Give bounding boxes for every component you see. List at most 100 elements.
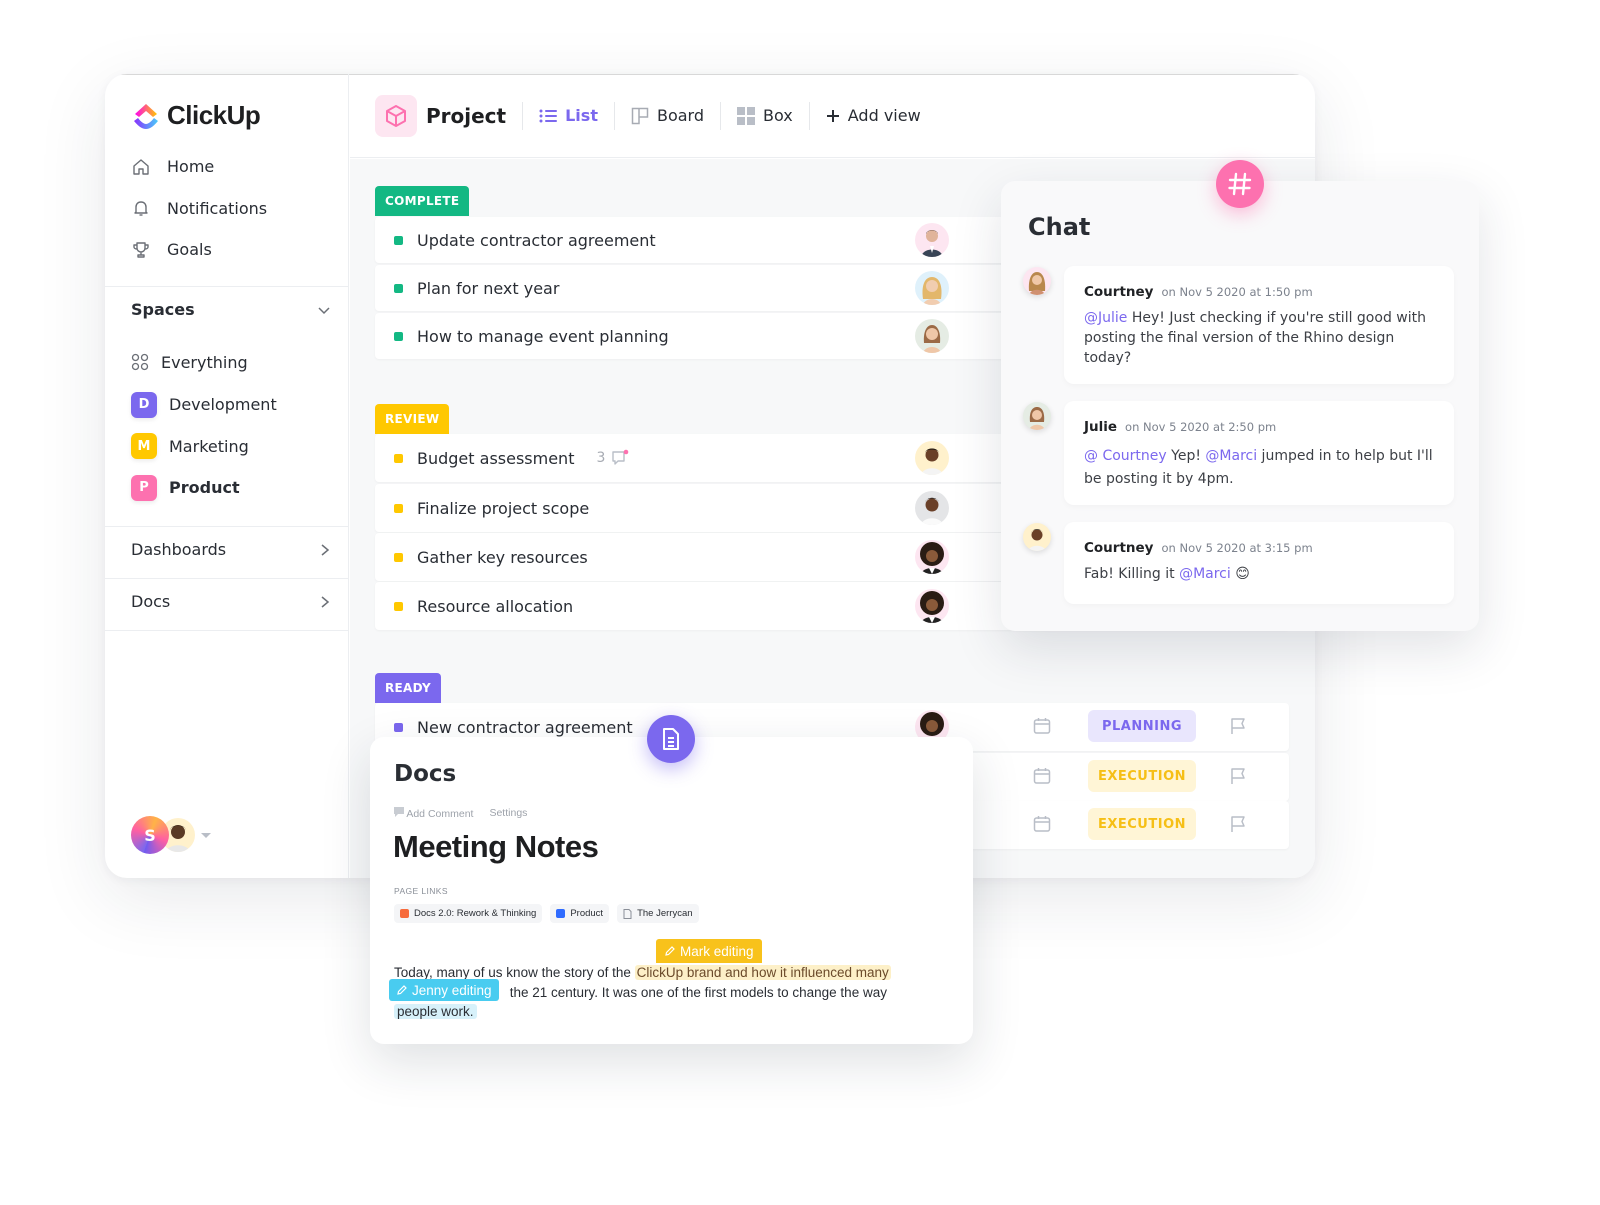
project-header: Project List Board Box Add view (350, 74, 1315, 158)
calendar-icon[interactable] (1032, 766, 1052, 786)
add-comment-button[interactable]: Add Comment (394, 807, 473, 820)
page-link[interactable]: The Jerrycan (617, 904, 699, 923)
status-dot (394, 453, 403, 463)
task-tag[interactable]: PLANNING (1088, 710, 1196, 742)
tab-box-label: Box (763, 106, 793, 125)
task-title: Plan for next year (417, 278, 560, 298)
task-title: Resource allocation (417, 596, 574, 616)
tab-box[interactable]: Box (720, 101, 809, 130)
box-grid-icon (737, 106, 755, 125)
space-marketing[interactable]: M Marketing (131, 426, 277, 468)
page-link[interactable]: Docs 2.0: Rework & Thinking (394, 904, 543, 923)
clickup-logo-icon (134, 103, 158, 129)
chevron-down-icon[interactable] (317, 303, 331, 317)
status-group-complete[interactable]: COMPLETE (375, 186, 470, 216)
sidebar-docs[interactable]: Docs (131, 592, 331, 611)
spaces-label: Spaces (131, 300, 195, 319)
mention-link[interactable]: @Marci (1205, 448, 1257, 464)
nav-goals[interactable]: Goals (131, 229, 267, 271)
status-group-ready[interactable]: READY (375, 673, 442, 703)
flag-icon[interactable] (1228, 716, 1248, 736)
assignee-avatar[interactable] (915, 271, 949, 305)
user-menu[interactable]: S (131, 816, 211, 854)
space-badge-product: P (131, 474, 157, 501)
flag-icon[interactable] (1228, 766, 1248, 786)
cube-icon (386, 104, 406, 127)
chat-channel-button[interactable] (1216, 160, 1264, 208)
nav-home[interactable]: Home (131, 146, 267, 188)
doc-color-icon (400, 909, 409, 918)
message-avatar[interactable] (1023, 267, 1051, 295)
mention-link[interactable]: @Julie (1084, 310, 1127, 326)
comment-icon (394, 807, 404, 817)
settings-button[interactable]: Settings (489, 807, 527, 820)
task-tag[interactable]: EXECUTION (1088, 760, 1196, 792)
docs-label: Docs (131, 592, 171, 611)
status-dot (394, 601, 403, 611)
message-time: on Nov 5 2020 at 3:15 pm (1161, 541, 1313, 555)
add-comment-label: Add Comment (406, 808, 474, 820)
tab-list[interactable]: List (522, 101, 614, 130)
caret-down-icon[interactable] (201, 832, 211, 838)
message-author: Courtney (1084, 540, 1154, 556)
person-avatar-icon (1029, 407, 1045, 430)
nav-goals-label: Goals (167, 240, 212, 260)
person-avatar-icon (1028, 272, 1046, 295)
assignee-avatar[interactable] (915, 589, 949, 623)
message-avatar[interactable] (1023, 402, 1051, 430)
space-badge-marketing: M (131, 433, 157, 460)
space-development[interactable]: D Development (131, 384, 277, 426)
assignee-avatar[interactable] (915, 441, 949, 475)
docs-button[interactable] (647, 715, 695, 763)
task-tag[interactable]: EXECUTION (1088, 808, 1196, 840)
assignee-avatar[interactable] (915, 223, 949, 257)
status-dot (394, 503, 403, 513)
assignee-avatar[interactable] (915, 540, 949, 574)
doc-title[interactable]: Meeting Notes (393, 829, 599, 865)
nav-notifications[interactable]: Notifications (131, 188, 267, 230)
calendar-icon[interactable] (1032, 814, 1052, 834)
tab-board-label: Board (656, 106, 704, 125)
nav-home-label: Home (167, 157, 215, 177)
add-view-button[interactable]: Add view (808, 101, 937, 130)
everything-grid-icon (131, 353, 149, 371)
calendar-icon[interactable] (1032, 716, 1052, 736)
tab-board[interactable]: Board (613, 101, 720, 130)
page-link[interactable]: Product (550, 904, 610, 923)
spaces-header[interactable]: Spaces (131, 300, 331, 319)
space-product[interactable]: P Product (131, 467, 277, 509)
spaces-list: Everything D Development M Marketing P P… (131, 340, 277, 509)
sidebar-divider (105, 526, 349, 527)
clickup-logo[interactable]: ClickUp (131, 100, 261, 131)
task-title: Gather key resources (417, 547, 588, 567)
user-avatar[interactable]: S (131, 816, 169, 854)
status-group-review[interactable]: REVIEW (375, 404, 450, 434)
status-dot (394, 235, 403, 245)
mark-editing-indicator: Mark editing (656, 939, 762, 963)
project-title: Project (426, 103, 507, 128)
mark-highlight: ClickUp brand and how it influenced many (634, 965, 891, 980)
assignee-avatar[interactable] (915, 319, 949, 353)
space-everything-label: Everything (161, 352, 248, 372)
hashtag-icon (1228, 172, 1252, 196)
flag-icon[interactable] (1228, 814, 1248, 834)
task-title: How to manage event planning (417, 326, 669, 346)
message-avatar[interactable] (1023, 523, 1051, 551)
space-everything[interactable]: Everything (131, 340, 277, 384)
product-space-icon (556, 909, 566, 918)
status-dot (394, 552, 403, 562)
assignee-avatar[interactable] (915, 491, 949, 525)
comment-count[interactable]: 3 (596, 449, 629, 467)
sidebar-divider (105, 578, 349, 579)
sidebar-dashboards[interactable]: Dashboards (131, 540, 331, 559)
home-icon (133, 159, 149, 175)
space-marketing-label: Marketing (169, 436, 249, 456)
message-author: Courtney (1084, 284, 1154, 300)
pencil-icon (397, 985, 407, 995)
pencil-icon (665, 946, 675, 956)
mention-link[interactable]: @Marci (1179, 566, 1231, 582)
bell-icon (134, 201, 148, 216)
comment-count-value: 3 (596, 450, 606, 466)
project-icon (375, 94, 417, 137)
mention-link[interactable]: @ Courtney (1084, 448, 1167, 464)
